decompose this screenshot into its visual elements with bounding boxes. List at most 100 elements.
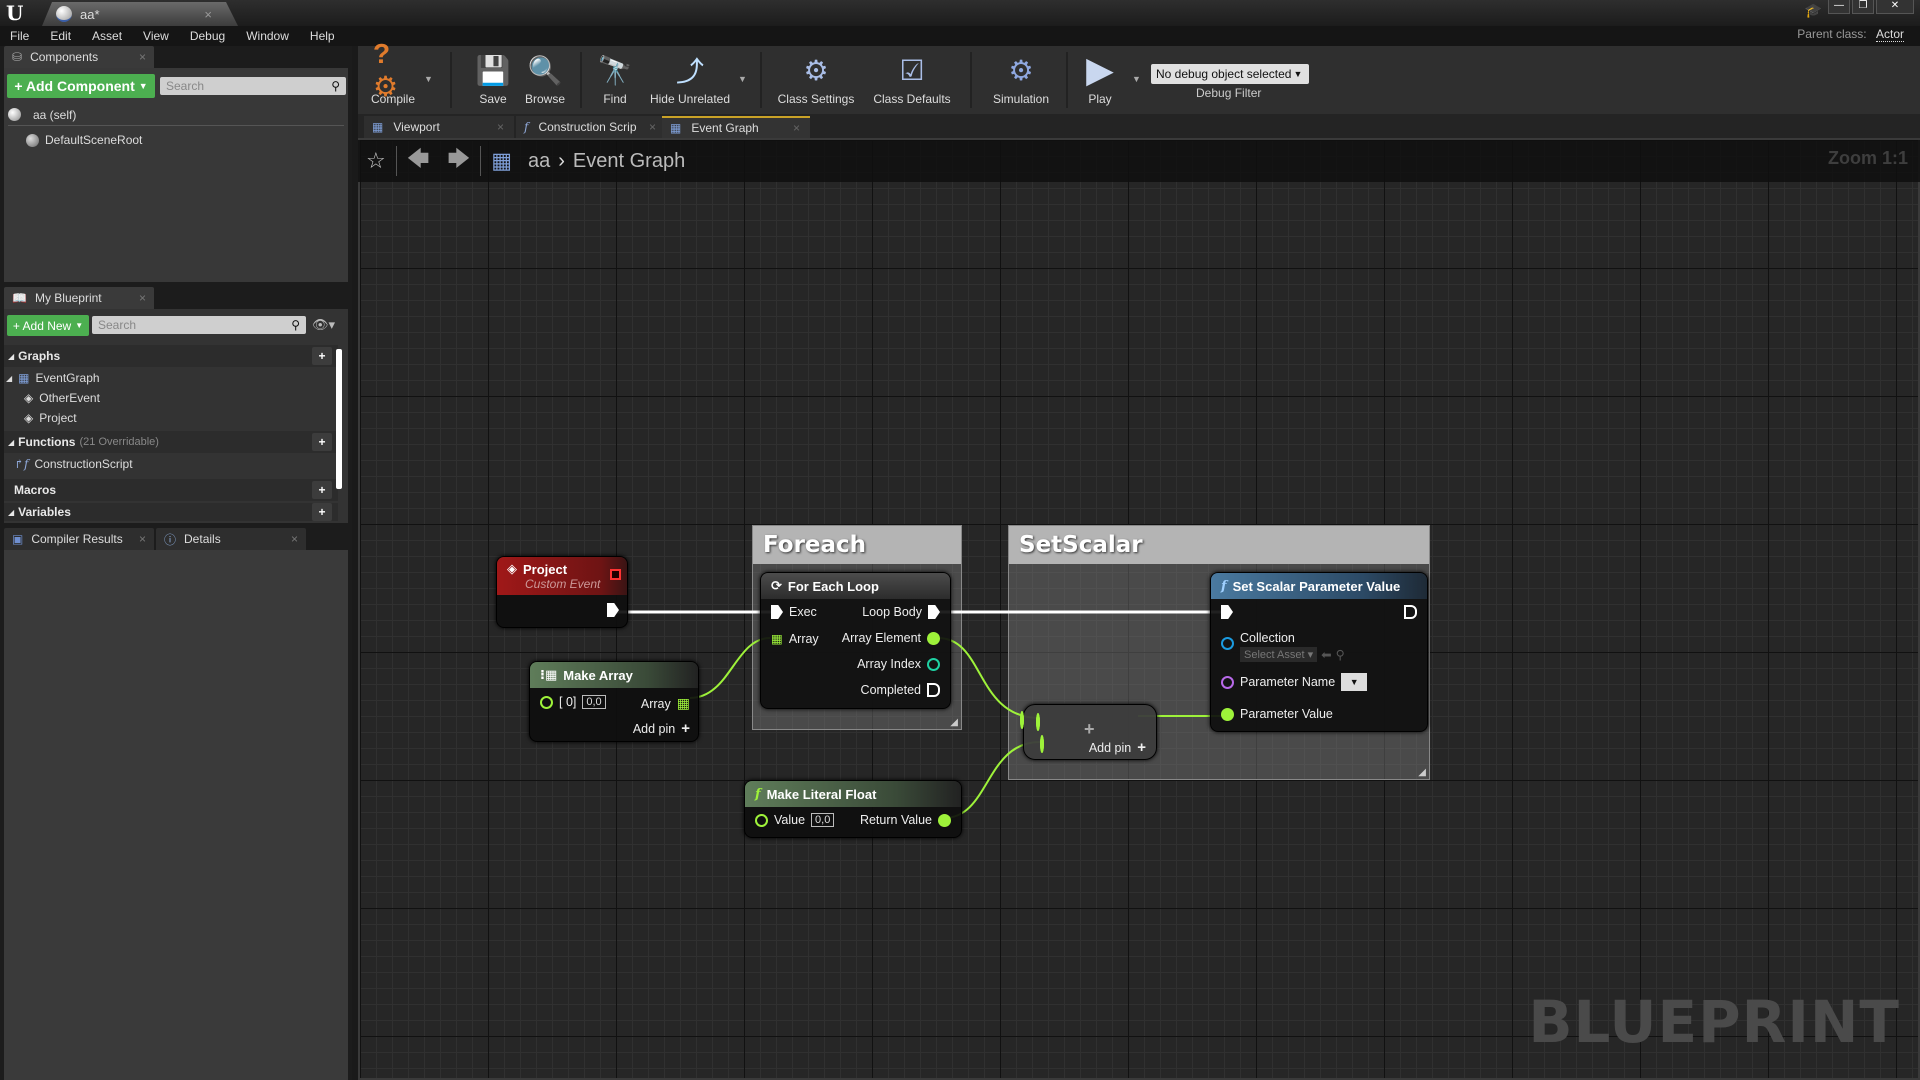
compile-button[interactable]: ?⚙ Compile	[358, 38, 428, 107]
node-for-each-loop[interactable]: ⟳ For Each Loop Exec ▦ Array Loop Body Ar…	[760, 572, 951, 709]
add-function-button[interactable]: +	[312, 433, 332, 451]
add-graph-button[interactable]: +	[312, 347, 332, 365]
forward-arrow-icon[interactable]: 🡆	[447, 142, 470, 180]
exec-in-pin[interactable]: Exec	[771, 605, 817, 619]
close-tab-icon[interactable]: ×	[291, 532, 298, 546]
component-item-defaultsceneroot[interactable]: DefaultSceneRoot	[26, 130, 142, 150]
return-value-pin[interactable]: Return Value	[860, 813, 951, 827]
minimize-button[interactable]: —	[1828, 0, 1850, 14]
view-options-eye-icon[interactable]: 👁▾	[312, 317, 335, 333]
node-make-literal-float[interactable]: f Make Literal Float Value 0,0 Return Va…	[744, 780, 962, 838]
close-tab-icon[interactable]: ×	[649, 120, 656, 134]
scrollbar[interactable]	[336, 349, 342, 489]
learn-hat-icon[interactable]: 🎓	[1805, 2, 1822, 19]
play-button[interactable]: ▶ Play	[1070, 49, 1130, 106]
add-macro-button[interactable]: +	[312, 481, 332, 499]
node-add[interactable]: + Add pin +	[1020, 704, 1157, 760]
select-asset-dropdown[interactable]: Select Asset ▾	[1240, 647, 1318, 662]
function-item-constructionscript[interactable]: ↱f ConstructionScript	[14, 457, 133, 471]
components-tab[interactable]: ⛁ Components ×	[4, 46, 154, 68]
close-tab-icon[interactable]: ×	[139, 50, 146, 64]
menu-help[interactable]: Help	[310, 29, 335, 43]
array-in-pin[interactable]: ▦ Array	[771, 631, 819, 647]
my-blueprint-tab[interactable]: 📖 My Blueprint ×	[4, 287, 154, 309]
exec-in-pin[interactable]	[1221, 605, 1233, 619]
document-tab[interactable]: aa* ×	[42, 2, 238, 26]
node-set-scalar-parameter-value[interactable]: f Set Scalar Parameter Value Collection …	[1210, 572, 1428, 732]
restore-button[interactable]: ❐	[1852, 0, 1874, 14]
save-floppy-icon: 💾	[475, 54, 511, 86]
functions-category[interactable]: ◢ Functions (21 Overridable) +	[4, 431, 338, 453]
variables-category[interactable]: ◢ Variables +	[4, 503, 338, 521]
class-defaults-button[interactable]: ☑ Class Defaults	[862, 50, 962, 107]
use-selected-arrow-icon[interactable]: ⬅	[1321, 647, 1331, 662]
my-blueprint-search-input[interactable]: Search ⚲	[92, 316, 306, 334]
parameter-name-dropdown[interactable]: ▼	[1341, 673, 1368, 691]
add-variable-button[interactable]: +	[312, 503, 332, 521]
hide-unrelated-options-chevron-icon[interactable]: ▼	[738, 74, 747, 84]
macros-category[interactable]: Macros +	[4, 479, 338, 501]
tab-viewport[interactable]: ▦ Viewport ×	[364, 116, 514, 138]
resize-grip-icon[interactable]: ◢	[1418, 767, 1426, 778]
menu-view[interactable]: View	[143, 29, 169, 43]
node-make-array[interactable]: ⁝▦ Make Array [ 0] 0,0 Array ▦ Add pin +	[529, 661, 699, 742]
array-output-pin[interactable]: Array ▦	[641, 695, 690, 712]
graph-item-eventgraph[interactable]: ◢ ▦ EventGraph	[6, 371, 100, 385]
delegate-pin-icon[interactable]	[610, 569, 621, 580]
parent-class-link[interactable]: Actor	[1875, 27, 1904, 42]
simulation-button[interactable]: ⚙ Simulation	[981, 50, 1061, 107]
details-tab[interactable]: ⓘ Details ×	[156, 528, 306, 550]
menu-file[interactable]: File	[10, 29, 29, 43]
add-pin-button[interactable]: Add pin +	[633, 720, 690, 737]
add-pin-button[interactable]: Add pin +	[1089, 739, 1146, 756]
collection-pin[interactable]: Collection Select Asset ▾ ⬅ ⚲	[1221, 631, 1345, 662]
output-pin[interactable]	[1020, 711, 1024, 729]
loop-body-pin[interactable]: Loop Body	[862, 605, 940, 619]
close-tab-icon[interactable]: ×	[793, 121, 800, 135]
menu-edit[interactable]: Edit	[50, 29, 71, 43]
back-arrow-icon[interactable]: 🡄	[407, 142, 430, 180]
completed-pin[interactable]: Completed	[861, 683, 940, 697]
close-tab-icon[interactable]: ×	[139, 532, 146, 546]
input-a-pin[interactable]	[1036, 713, 1040, 731]
compile-options-chevron-icon[interactable]: ▼	[424, 74, 433, 84]
menu-window[interactable]: Window	[246, 29, 289, 43]
graphs-category[interactable]: ◢ Graphs +	[4, 345, 338, 367]
play-options-chevron-icon[interactable]: ▼	[1132, 74, 1141, 84]
array-index-pin[interactable]: Array Index	[857, 657, 940, 671]
breadcrumb-root[interactable]: aa	[528, 150, 550, 173]
close-tab-icon[interactable]: ×	[139, 291, 146, 305]
input-b-pin[interactable]	[1040, 735, 1044, 753]
browse-asset-icon[interactable]: ⚲	[1336, 647, 1345, 662]
tab-event-graph[interactable]: ▦ Event Graph ×	[662, 116, 810, 138]
menu-asset[interactable]: Asset	[92, 29, 122, 43]
browse-button[interactable]: 🔍 Browse	[510, 50, 580, 107]
favorite-star-icon[interactable]: ☆	[366, 148, 386, 174]
close-button[interactable]: ✕	[1876, 0, 1914, 14]
resize-grip-icon[interactable]: ◢	[950, 717, 958, 728]
debug-object-select[interactable]: No debug object selected ▼	[1151, 64, 1309, 84]
exec-out-pin[interactable]	[607, 603, 619, 617]
close-tab-icon[interactable]: ×	[497, 120, 504, 134]
parameter-value-pin[interactable]: Parameter Value	[1221, 707, 1333, 721]
pin-value-input[interactable]: 0,0	[582, 695, 606, 709]
add-component-button[interactable]: + Add Component ▼	[7, 74, 155, 98]
menu-debug[interactable]: Debug	[190, 29, 225, 43]
parameter-name-pin[interactable]: Parameter Name ▼	[1221, 673, 1368, 691]
add-new-button[interactable]: + Add New ▼	[7, 315, 89, 336]
close-tab-icon[interactable]: ×	[204, 7, 212, 22]
array-element-pin[interactable]: Array Element	[842, 631, 940, 645]
event-item-project[interactable]: ◈ Project	[24, 411, 77, 425]
hide-unrelated-button[interactable]: ⤴ Hide Unrelated	[640, 50, 740, 106]
compiler-results-tab[interactable]: ▣ Compiler Results ×	[4, 528, 154, 550]
component-item-self[interactable]: aa (self)	[8, 104, 344, 126]
class-settings-button[interactable]: ⚙ Class Settings	[766, 50, 866, 107]
node-project-custom-event[interactable]: ◈ Project Custom Event	[496, 556, 628, 628]
event-item-otherevent[interactable]: ◈ OtherEvent	[24, 391, 100, 405]
components-search-input[interactable]: Search ⚲	[160, 77, 346, 95]
value-input-pin[interactable]: Value 0,0	[755, 813, 835, 827]
pin-value-input[interactable]: 0,0	[811, 813, 835, 827]
array-element-input-pin[interactable]: [ 0] 0,0	[540, 695, 606, 709]
tab-construction-script[interactable]: f Construction Scrip ×	[516, 116, 666, 138]
exec-out-pin[interactable]	[1404, 605, 1417, 619]
